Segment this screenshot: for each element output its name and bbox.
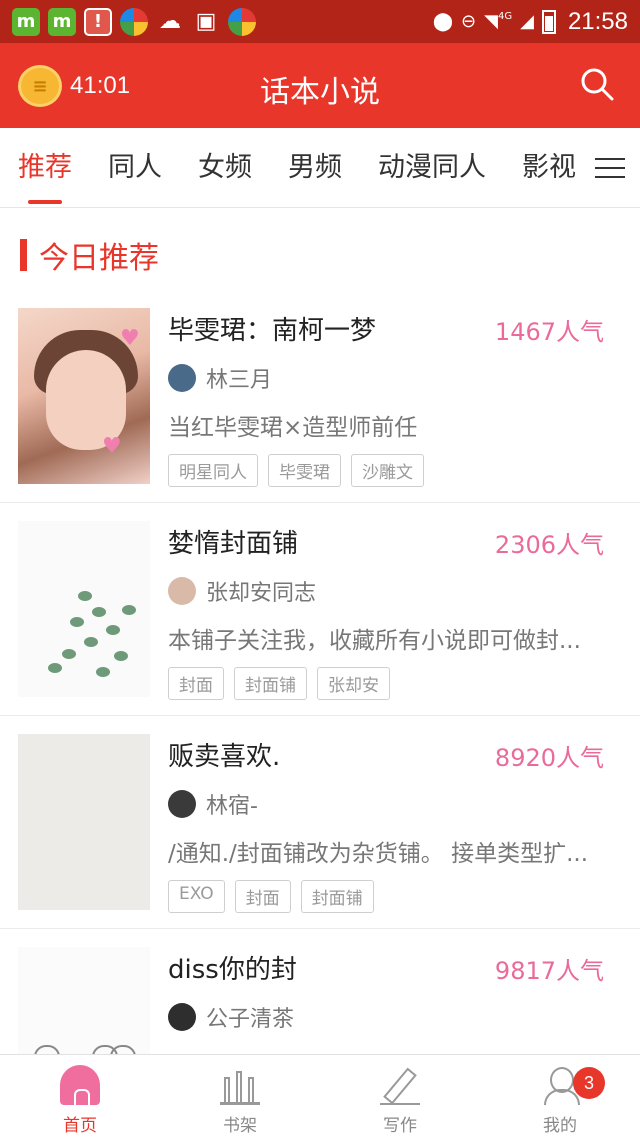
search-icon[interactable] [580,67,614,101]
avatar [168,1003,196,1031]
nav-bookshelf[interactable]: 书架 [160,1055,320,1138]
menu-icon[interactable] [580,128,640,207]
tag[interactable]: 明星同人 [168,454,258,487]
home-icon [60,1065,100,1105]
tag[interactable]: EXO [168,880,225,913]
author-name: 张却安同志 [206,581,317,606]
book-title: 婪惰封面铺 [168,529,299,559]
wifi-icon: ◥4G [484,11,513,32]
m-app-icon: m [12,7,40,36]
tab-fanfic[interactable]: 同人 [108,128,162,207]
tag[interactable]: 毕雯珺 [268,454,341,487]
m-app-icon: m [48,7,76,36]
tag[interactable]: 封面铺 [234,667,307,700]
status-bar: m m ! ☁ ▣ ⬤ ⊖ ◥4G ◢ 21:58 [0,0,640,43]
book-list: ♥ ♥ 毕雯珺：南柯一梦 1467人气 林三月 当红毕雯珺×造型师前任 明星同人… [0,290,640,1054]
book-item[interactable]: 贩卖喜欢. 8920人气 林宿- /通知./封面铺改为杂货铺。 接单类型扩...… [0,716,640,929]
tab-anime-fanfic[interactable]: 动漫同人 [378,128,486,207]
color-app-icon [120,7,148,36]
book-item[interactable]: ♥ ♥ 毕雯珺：南柯一梦 1467人气 林三月 当红毕雯珺×造型师前任 明星同人… [0,290,640,503]
tag[interactable]: 封面 [234,880,291,913]
author-name: 林宿- [206,794,258,819]
tag-list: 明星同人 毕雯珺 沙雕文 [168,454,424,487]
pencil-icon [380,1065,420,1105]
category-tabs: 推荐 同人 女频 男频 动漫同人 影视 [0,128,640,208]
section-title: 今日推荐 [39,241,159,276]
author[interactable]: 公子清茶 [168,1001,294,1033]
phone-alert-icon: ! [84,7,112,36]
tag[interactable]: 封面 [168,667,224,700]
author-name: 公子清茶 [206,1007,295,1032]
book-cover [18,734,150,910]
nav-home[interactable]: 首页 [0,1055,160,1138]
heart-icon: ♥ [102,434,122,459]
tag[interactable]: 沙雕文 [351,454,424,487]
nav-me[interactable]: 我的 [480,1055,640,1138]
app-title: 话本小说 [260,75,380,110]
section-header: 今日推荐 [20,233,159,277]
location-icon: ⬤ [432,11,454,32]
popularity: 8920人气 [494,744,604,772]
tab-male[interactable]: 男频 [288,128,342,207]
avatar [168,577,196,605]
tab-female[interactable]: 女频 [198,128,252,207]
book-description: 当红毕雯珺×造型师前任 [168,415,418,441]
author[interactable]: 林宿- [168,788,258,820]
app-bar: ≡ 41:01 话本小说 [0,43,640,128]
book-item[interactable]: 婪惰封面铺 2306人气 张却安同志 本铺子关注我，收藏所有小说即可做封... … [0,503,640,716]
book-cover [18,521,150,697]
author[interactable]: 张却安同志 [168,575,316,607]
network-type: 4G [497,11,513,22]
book-cover [18,947,150,1054]
author-name: 林三月 [206,368,273,393]
book-description: /通知./封面铺改为杂货铺。 接单类型扩... [168,841,589,867]
tab-film[interactable]: 影视 [522,128,576,207]
book-title: 毕雯珺：南柯一梦 [168,316,377,346]
nav-write[interactable]: 写作 [320,1055,480,1138]
cloud-download-icon: ☁ [159,9,181,34]
avatar [168,790,196,818]
notification-badge: 3 [573,1067,605,1099]
do-not-disturb-icon: ⊖ [461,11,477,32]
nav-label: 书架 [223,1116,257,1136]
tag-list: EXO 封面 封面铺 [168,880,374,913]
popularity: 9817人气 [494,957,604,985]
book-description: 本铺子关注我，收藏所有小说即可做封... [168,628,581,654]
book-cover: ♥ ♥ [18,308,150,484]
heart-icon: ♥ [120,326,140,351]
popularity: 2306人气 [494,531,604,559]
tag[interactable]: 封面铺 [300,880,374,913]
signal-icon: ◢ [520,11,534,32]
tag[interactable]: 张却安 [317,667,390,700]
nav-label: 写作 [383,1116,417,1136]
book-title: 贩卖喜欢. [168,742,281,772]
book-title: diss你的封 [168,955,297,985]
avatar [168,364,196,392]
tab-recommend[interactable]: 推荐 [18,128,72,207]
color-app-icon [228,7,256,36]
bottom-nav: 首页 书架 写作 我的 [0,1054,640,1138]
popularity: 1467人气 [494,318,604,346]
clock: 21:58 [567,7,628,35]
nav-label: 首页 [63,1116,97,1136]
section-accent-bar [20,239,27,271]
nav-label: 我的 [543,1116,577,1136]
battery-icon [541,9,556,34]
book-item[interactable]: diss你的封 9817人气 公子清茶 [0,929,640,1054]
bookshelf-icon [220,1065,260,1105]
tag-list: 封面 封面铺 张却安 [168,667,390,700]
author[interactable]: 林三月 [168,362,272,394]
image-icon: ▣ [195,9,217,34]
